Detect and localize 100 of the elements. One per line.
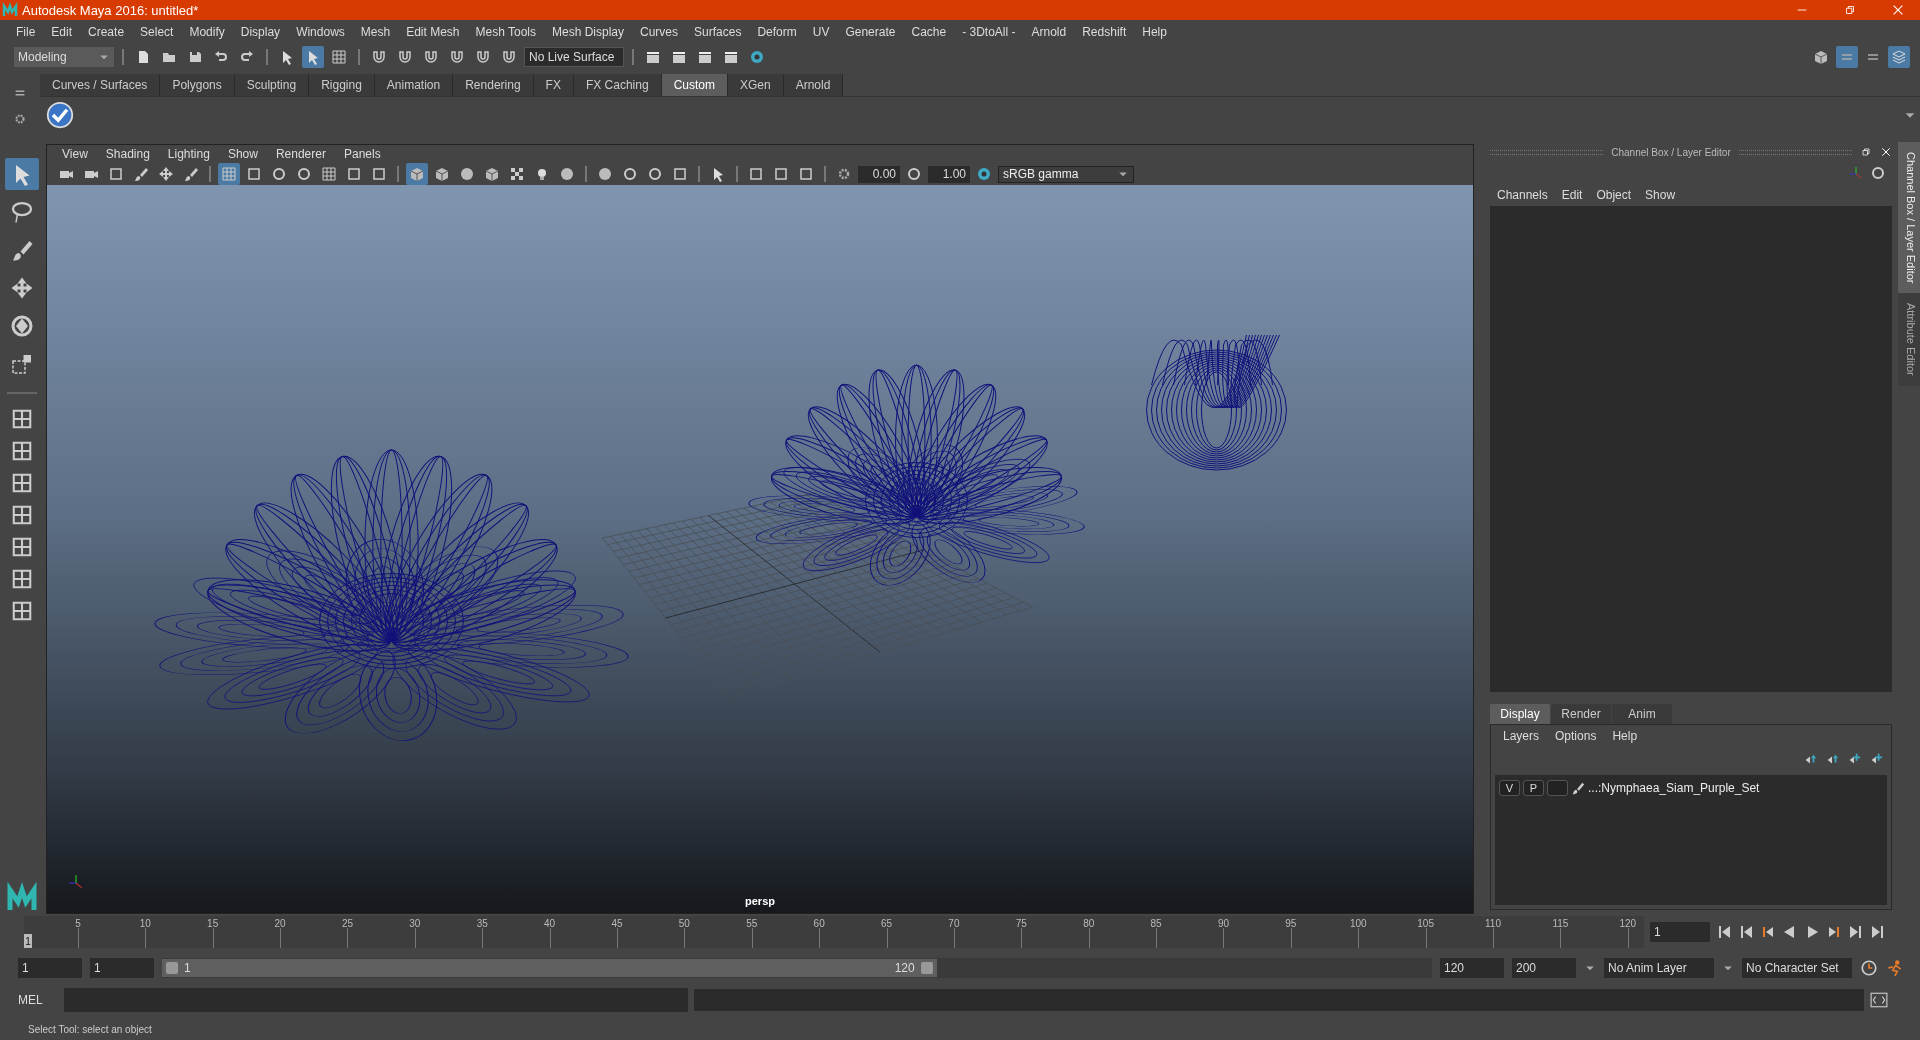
menu-item[interactable]: Windows	[288, 25, 353, 39]
circle-icon[interactable]	[296, 166, 312, 182]
restore-icon[interactable]	[1843, 3, 1857, 17]
target-icon[interactable]	[976, 166, 992, 182]
square-icon[interactable]	[773, 166, 789, 182]
color-swatch[interactable]	[1547, 780, 1568, 796]
time-slider[interactable]: 5 10 15 20 25 30 35 40 45 50 55 60 65 70 75 80 85 90 95 100 105 110 115 120 1	[24, 916, 1644, 948]
live-surface-field[interactable]: No Live Surface	[524, 47, 624, 67]
menu-item[interactable]: Channels	[1490, 188, 1555, 202]
sphere-icon[interactable]	[597, 166, 613, 182]
shelf-tab[interactable]: XGen	[727, 74, 784, 96]
menu-item[interactable]: Deform	[749, 25, 805, 39]
sphere-icon[interactable]	[559, 166, 575, 182]
start-frame-field[interactable]: 1	[18, 958, 82, 978]
menu-item[interactable]: Show	[218, 147, 267, 161]
float-icon[interactable]	[1860, 146, 1872, 158]
menu-item[interactable]: - 3DtoAll -	[954, 25, 1024, 39]
magnet-icon[interactable]	[501, 49, 517, 65]
menu-item[interactable]: Mesh Display	[544, 25, 633, 39]
move-arrows-icon[interactable]	[158, 166, 174, 182]
magnet-icon[interactable]	[475, 49, 491, 65]
menu-item[interactable]: Edit Mesh	[398, 25, 468, 39]
square-icon[interactable]	[798, 166, 814, 182]
shelf-tab[interactable]: Sculpting	[234, 74, 310, 96]
menu-item[interactable]: Display	[232, 25, 289, 39]
layout-icon[interactable]	[11, 504, 33, 526]
menu-item[interactable]: Edit	[1554, 188, 1590, 202]
range-slider-track[interactable]: 1 120	[162, 958, 1432, 978]
menu-item[interactable]: Edit	[43, 25, 81, 39]
menu-item[interactable]: Surfaces	[686, 25, 750, 39]
side-tab[interactable]: Attribute Editor	[1898, 293, 1920, 387]
new-layer-icon[interactable]	[1869, 752, 1883, 766]
side-tab[interactable]: Channel Box / Layer Editor	[1898, 142, 1920, 294]
skip-end-icon[interactable]	[1870, 924, 1886, 940]
scale-icon[interactable]	[10, 352, 34, 376]
circle-icon[interactable]	[647, 166, 663, 182]
step-forward-icon[interactable]	[1826, 924, 1842, 940]
menu-item[interactable]: Select	[132, 25, 182, 39]
menu-item[interactable]: Curves	[632, 25, 687, 39]
playback-toggle[interactable]: P	[1523, 780, 1544, 796]
layout-icon[interactable]	[11, 568, 33, 590]
square-icon[interactable]	[672, 166, 688, 182]
slider-handle[interactable]	[166, 962, 178, 974]
menu-item[interactable]: UV	[804, 25, 838, 39]
shelf-tab[interactable]: Custom	[661, 74, 728, 96]
shelf-tab[interactable]: Curves / Surfaces	[40, 74, 161, 96]
clapperboard-icon[interactable]	[723, 49, 739, 65]
menu-item[interactable]: Options	[1547, 729, 1605, 743]
menu-item[interactable]: Mesh	[352, 25, 399, 39]
layer-editor-tab[interactable]: Render	[1551, 704, 1611, 724]
skip-end-icon[interactable]	[1848, 924, 1864, 940]
menu-item[interactable]: Cache	[903, 25, 955, 39]
clapperboard-icon[interactable]	[671, 49, 687, 65]
current-frame-field[interactable]: 1	[1650, 922, 1710, 942]
square-icon[interactable]	[108, 166, 124, 182]
menu-item[interactable]: Arnold	[1023, 25, 1075, 39]
cube-icon[interactable]	[1813, 49, 1829, 65]
menu-item[interactable]: Redshift	[1074, 25, 1135, 39]
cube-icon[interactable]	[409, 166, 425, 182]
layout-icon[interactable]	[11, 440, 33, 462]
menu-item[interactable]: Show	[1638, 188, 1683, 202]
square-icon[interactable]	[748, 166, 764, 182]
circle-icon[interactable]	[1870, 165, 1886, 181]
menu-item[interactable]: Layers	[1495, 729, 1548, 743]
mode-dropdown[interactable]: Modeling	[14, 47, 114, 67]
command-language-label[interactable]: MEL	[18, 993, 58, 1007]
color-space-dropdown[interactable]: sRGB gamma	[998, 165, 1134, 183]
grid-icon[interactable]	[321, 166, 337, 182]
layers-icon[interactable]	[1891, 49, 1907, 65]
magnet-icon[interactable]	[371, 49, 387, 65]
current-frame-marker[interactable]: 1	[24, 934, 32, 948]
circle-icon[interactable]	[622, 166, 638, 182]
shelf-tab[interactable]: Animation	[374, 74, 454, 96]
menu-item[interactable]: Shading	[96, 147, 159, 161]
menu-item[interactable]: File	[8, 25, 44, 39]
playback-start-field[interactable]: 1	[90, 958, 154, 978]
layer-editor-tab[interactable]: Anim	[1612, 704, 1672, 724]
close-icon[interactable]	[1891, 3, 1905, 17]
target-icon[interactable]	[749, 49, 765, 65]
move-arrows-icon[interactable]	[10, 276, 34, 300]
brush-icon[interactable]	[183, 166, 199, 182]
menu-item[interactable]: Help	[1134, 25, 1175, 39]
checkerboard-icon[interactable]	[509, 166, 525, 182]
skip-start-icon[interactable]	[1716, 924, 1732, 940]
layer-name[interactable]: ...:Nymphaea_Siam_Purple_Set	[1588, 781, 1760, 795]
menu-item[interactable]: Create	[80, 25, 133, 39]
square-icon[interactable]	[371, 166, 387, 182]
menu-item[interactable]: Object	[1589, 188, 1639, 202]
gear-icon[interactable]	[836, 166, 852, 182]
layout-icon[interactable]	[11, 408, 33, 430]
grid-icon[interactable]	[331, 49, 347, 65]
menu-item[interactable]: View	[53, 147, 97, 161]
exposure-field[interactable]: 0.00	[858, 165, 900, 183]
circle-icon[interactable]	[906, 166, 922, 182]
shelf-tab[interactable]: Arnold	[783, 74, 844, 96]
sphere-icon[interactable]	[459, 166, 475, 182]
key-clock-icon[interactable]	[1860, 959, 1878, 977]
square-icon[interactable]	[346, 166, 362, 182]
menu-item[interactable]: Renderer	[266, 147, 335, 161]
clapperboard-icon[interactable]	[645, 49, 661, 65]
